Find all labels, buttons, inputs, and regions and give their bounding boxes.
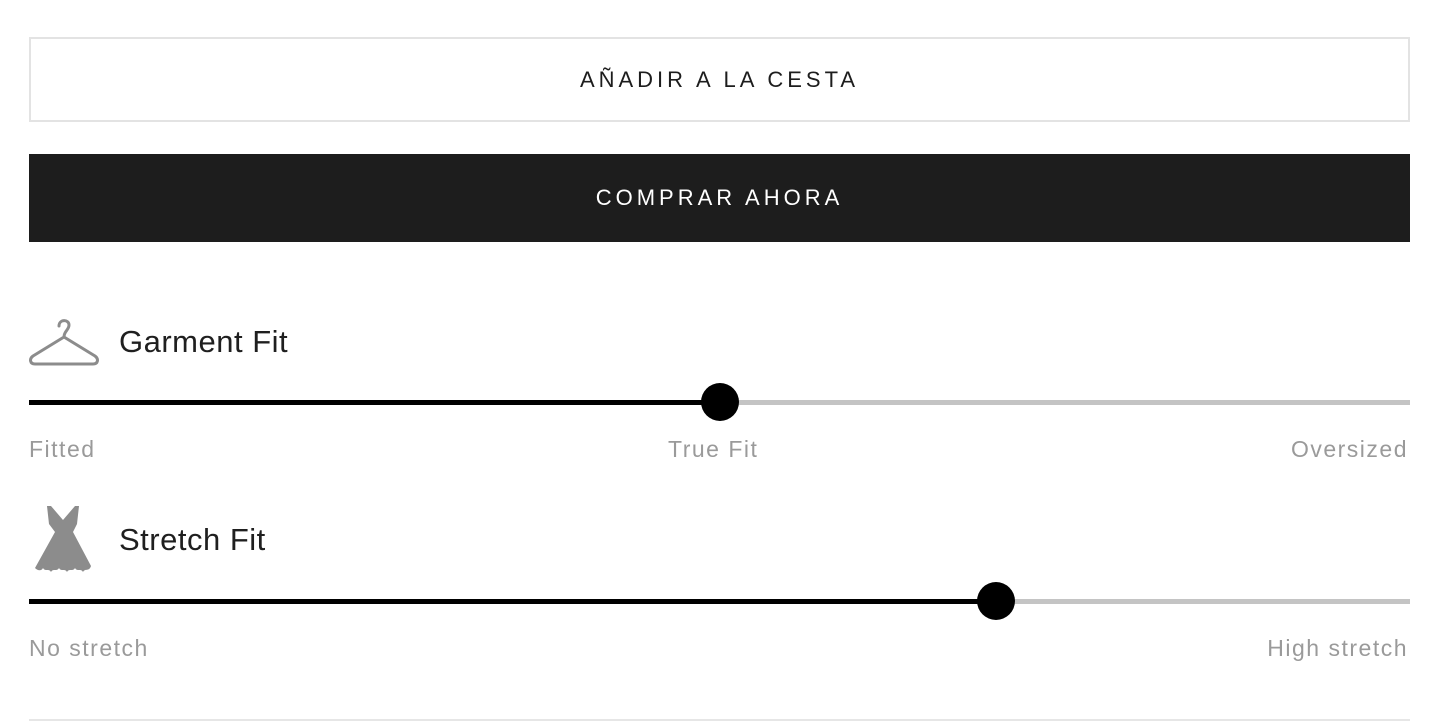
buy-now-label: COMPRAR AHORA bbox=[595, 185, 844, 210]
stretch-fit-title: Stretch Fit bbox=[119, 522, 266, 557]
garment-fit-slider[interactable] bbox=[29, 383, 1410, 421]
stretch-fit-slider[interactable] bbox=[29, 582, 1410, 620]
garment-fit-title: Garment Fit bbox=[119, 324, 289, 359]
garment-fit-slider-fill bbox=[29, 400, 720, 405]
garment-fit-label-true-fit: True Fit bbox=[668, 436, 759, 462]
divider bbox=[29, 719, 1410, 721]
stretch-fit-header: Stretch Fit bbox=[29, 504, 266, 576]
garment-fit-label-fitted: Fitted bbox=[29, 436, 96, 462]
stretch-fit-label-no-stretch: No stretch bbox=[29, 635, 149, 661]
add-to-cart-label: AÑADIR A LA CESTA bbox=[579, 66, 860, 92]
stretch-fit-slider-thumb[interactable] bbox=[976, 582, 1015, 620]
buy-now-button[interactable]: COMPRAR AHORA bbox=[29, 154, 1410, 242]
hanger-icon bbox=[29, 316, 99, 368]
stretch-fit-slider-fill bbox=[29, 599, 996, 604]
garment-fit-header: Garment Fit bbox=[29, 316, 288, 368]
add-to-cart-button[interactable]: AÑADIR A LA CESTA bbox=[29, 37, 1410, 122]
garment-fit-slider-thumb[interactable] bbox=[700, 383, 739, 421]
dress-icon bbox=[29, 504, 99, 576]
stretch-fit-label-high-stretch: High stretch bbox=[1267, 635, 1408, 661]
garment-fit-label-oversized: Oversized bbox=[1290, 436, 1408, 462]
